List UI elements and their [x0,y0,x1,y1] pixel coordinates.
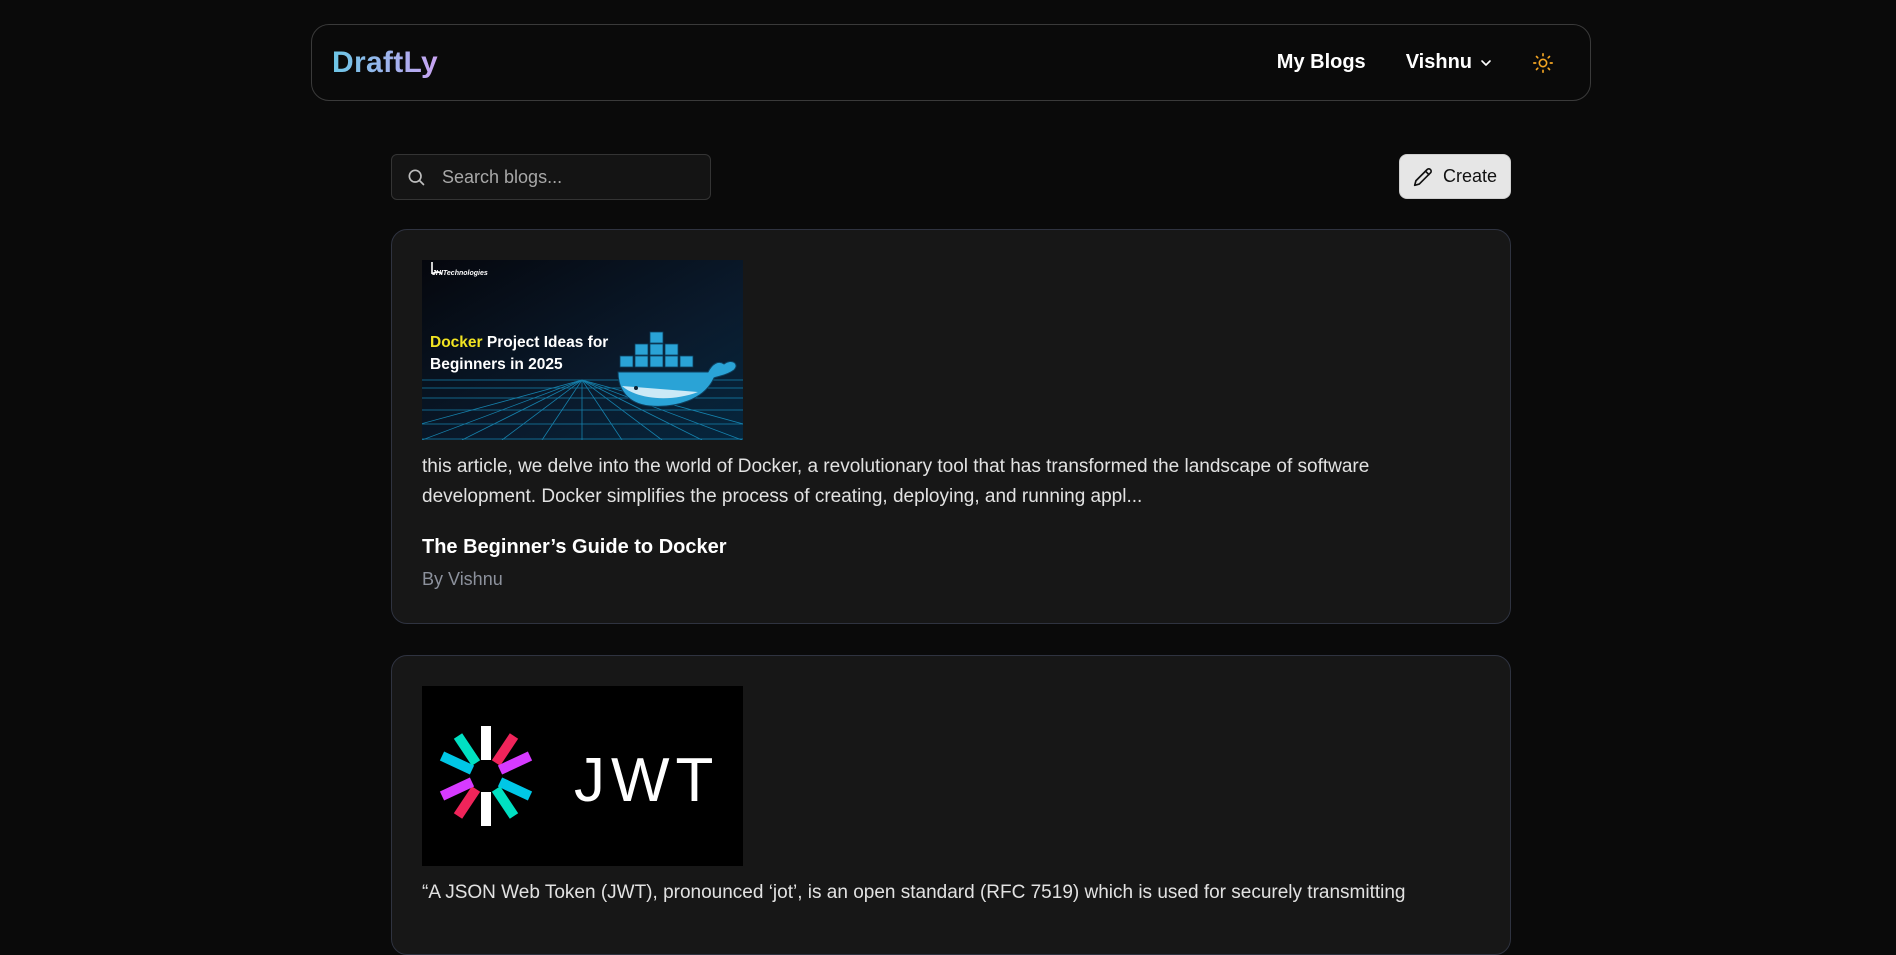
post-excerpt: “A JSON Web Token (JWT), pronounced ‘jot… [422,882,1406,903]
pencil-icon [1413,167,1432,186]
jwt-thumbnail-image: JWT [422,686,743,866]
thumbnail-jwt-text: JWT [574,746,719,815]
my-blogs-link[interactable]: My Blogs [1277,51,1366,74]
user-name: Vishnu [1405,51,1472,73]
thumbnail-headline-accent: Docker [430,334,483,351]
search-icon [408,169,425,186]
docker-thumbnail-image: JHITechnologies Docker Project Ideas for… [422,260,743,440]
top-navbar: DraftLy My Blogs Vishnu [311,24,1591,101]
thumbnail-headline-line-2: Beginners in 2025 [430,356,563,373]
chevron-down-icon [1481,59,1491,66]
blog-card[interactable]: JHITechnologies Docker Project Ideas for… [391,229,1511,624]
create-button[interactable]: Create [1399,154,1511,199]
post-title[interactable]: The Beginner’s Guide to Docker [422,536,1480,559]
theme-toggle-button[interactable] [1530,50,1556,76]
create-button-label: Create [1442,166,1498,186]
post-thumbnail: JWT [422,686,743,866]
thumbnail-brand-text: JHITechnologies [432,270,488,277]
user-menu-dropdown[interactable]: Vishnu [1406,51,1494,74]
blog-card[interactable]: JWT “A JSON Web Token (JWT), pronounced … [391,655,1511,955]
post-excerpt: this article, we delve into the world of… [422,456,1370,507]
thumbnail-headline-line-1: Docker Project Ideas for [430,334,608,351]
app-logo[interactable]: DraftLy [332,46,438,80]
post-author: By Vishnu [422,569,503,589]
nav-actions: My Blogs Vishnu [1277,25,1570,100]
post-thumbnail: JHITechnologies Docker Project Ideas for… [422,260,743,440]
blog-toolbar: Create [391,154,1511,200]
sun-icon [1533,52,1553,73]
search-box[interactable] [391,154,711,200]
thumbnail-headline-rest: Project Ideas for [483,334,609,351]
search-input[interactable] [440,165,680,189]
